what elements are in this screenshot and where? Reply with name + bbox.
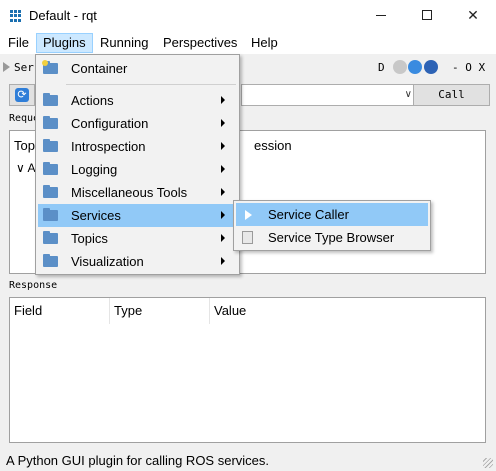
refresh-button[interactable]: ⟳ <box>9 84 35 106</box>
minimize-button[interactable] <box>358 0 404 31</box>
response-column-type[interactable]: Type <box>110 298 210 324</box>
menu-item-label: Services <box>71 208 121 223</box>
tree-expand-chevron[interactable]: ∨ A <box>16 161 35 175</box>
close-icon: ✕ <box>467 7 479 23</box>
response-column-field[interactable]: Field <box>10 298 110 324</box>
folder-icon <box>43 93 58 106</box>
chevron-down-icon: ∨ <box>404 89 412 100</box>
gear-icon[interactable] <box>393 60 407 74</box>
menu-item-miscellaneous-tools[interactable]: Miscellaneous Tools <box>38 181 237 204</box>
window-title: Default - rqt <box>29 8 97 23</box>
plugin-title: Ser <box>14 61 34 74</box>
folder-icon <box>43 139 58 152</box>
close-button[interactable]: ✕ <box>450 0 496 31</box>
folder-icon <box>43 116 58 129</box>
submenu-item-label: Service Type Browser <box>268 230 395 245</box>
request-column-expression: ession <box>254 138 292 153</box>
menu-item-label: Configuration <box>71 116 149 131</box>
menu-item-label: Logging <box>71 162 118 177</box>
folder-icon <box>43 254 58 267</box>
submenu-arrow-icon <box>221 211 225 219</box>
menu-item-label: Actions <box>71 93 114 108</box>
menu-item-label: Miscellaneous Tools <box>71 185 188 200</box>
menu-item-services[interactable]: Services <box>38 204 237 227</box>
submenu-arrow-icon <box>221 119 225 127</box>
plugin-d-label[interactable]: D <box>378 61 385 74</box>
submenu-item-service-caller[interactable]: Service Caller <box>236 203 428 226</box>
document-icon <box>242 231 253 244</box>
reload-icon[interactable] <box>408 60 422 74</box>
submenu-arrow-icon <box>221 96 225 104</box>
folder-icon <box>43 185 58 198</box>
folder-icon <box>43 231 58 244</box>
title-bar: Default - rqt ✕ <box>0 0 496 31</box>
submenu-arrow-icon <box>221 257 225 265</box>
collapse-arrow-icon[interactable] <box>3 62 10 72</box>
menu-item-configuration[interactable]: Configuration <box>38 112 237 135</box>
menu-item-container[interactable]: Container <box>38 57 237 80</box>
menu-item-visualization[interactable]: Visualization <box>38 250 237 273</box>
submenu-arrow-icon <box>221 142 225 150</box>
menu-item-introspection[interactable]: Introspection <box>38 135 237 158</box>
folder-icon <box>43 208 58 221</box>
call-button[interactable]: Call <box>413 84 490 106</box>
resize-grip[interactable] <box>483 458 493 468</box>
help-icon[interactable] <box>424 60 438 74</box>
services-submenu: Service Caller Service Type Browser <box>233 200 431 251</box>
submenu-arrow-icon <box>221 165 225 173</box>
container-icon <box>42 60 58 74</box>
refresh-icon: ⟳ <box>15 88 29 102</box>
status-text: A Python GUI plugin for calling ROS serv… <box>6 453 270 468</box>
menu-bar: File Plugins Running Perspectives Help <box>0 31 496 54</box>
submenu-arrow-icon <box>221 234 225 242</box>
menu-item-label: Visualization <box>71 254 144 269</box>
menu-item-label: Topics <box>71 231 108 246</box>
submenu-arrow-icon <box>221 188 225 196</box>
response-header-row: Field Type Value <box>10 298 485 324</box>
request-column-topic: Top <box>14 138 35 153</box>
menu-file[interactable]: File <box>2 33 35 53</box>
menu-item-label: Introspection <box>71 139 146 154</box>
menu-item-actions[interactable]: Actions <box>38 89 237 112</box>
folder-icon <box>43 162 58 175</box>
response-label: Response <box>9 280 58 291</box>
menu-perspectives[interactable]: Perspectives <box>157 33 243 53</box>
maximize-button[interactable] <box>404 0 450 31</box>
menu-item-label: Container <box>71 61 128 76</box>
menu-help[interactable]: Help <box>245 33 284 53</box>
menu-running[interactable]: Running <box>94 33 154 53</box>
submenu-item-label: Service Caller <box>268 207 349 222</box>
menu-item-topics[interactable]: Topics <box>38 227 237 250</box>
service-combo[interactable]: ∨ <box>241 84 417 106</box>
plugin-window-controls[interactable]: - O X <box>452 61 485 74</box>
plugins-menu: Container Actions Configuration Introspe… <box>35 54 240 275</box>
maximize-icon <box>422 10 432 20</box>
rqt-app-icon <box>10 10 22 22</box>
menu-separator <box>66 84 236 85</box>
play-icon <box>245 210 252 220</box>
submenu-item-service-type-browser[interactable]: Service Type Browser <box>236 226 428 249</box>
response-column-value[interactable]: Value <box>210 298 485 324</box>
response-tree[interactable]: Field Type Value <box>9 297 486 443</box>
minimize-icon <box>376 15 386 16</box>
menu-plugins[interactable]: Plugins <box>36 33 93 53</box>
menu-item-logging[interactable]: Logging <box>38 158 237 181</box>
status-bar: A Python GUI plugin for calling ROS serv… <box>0 450 496 471</box>
